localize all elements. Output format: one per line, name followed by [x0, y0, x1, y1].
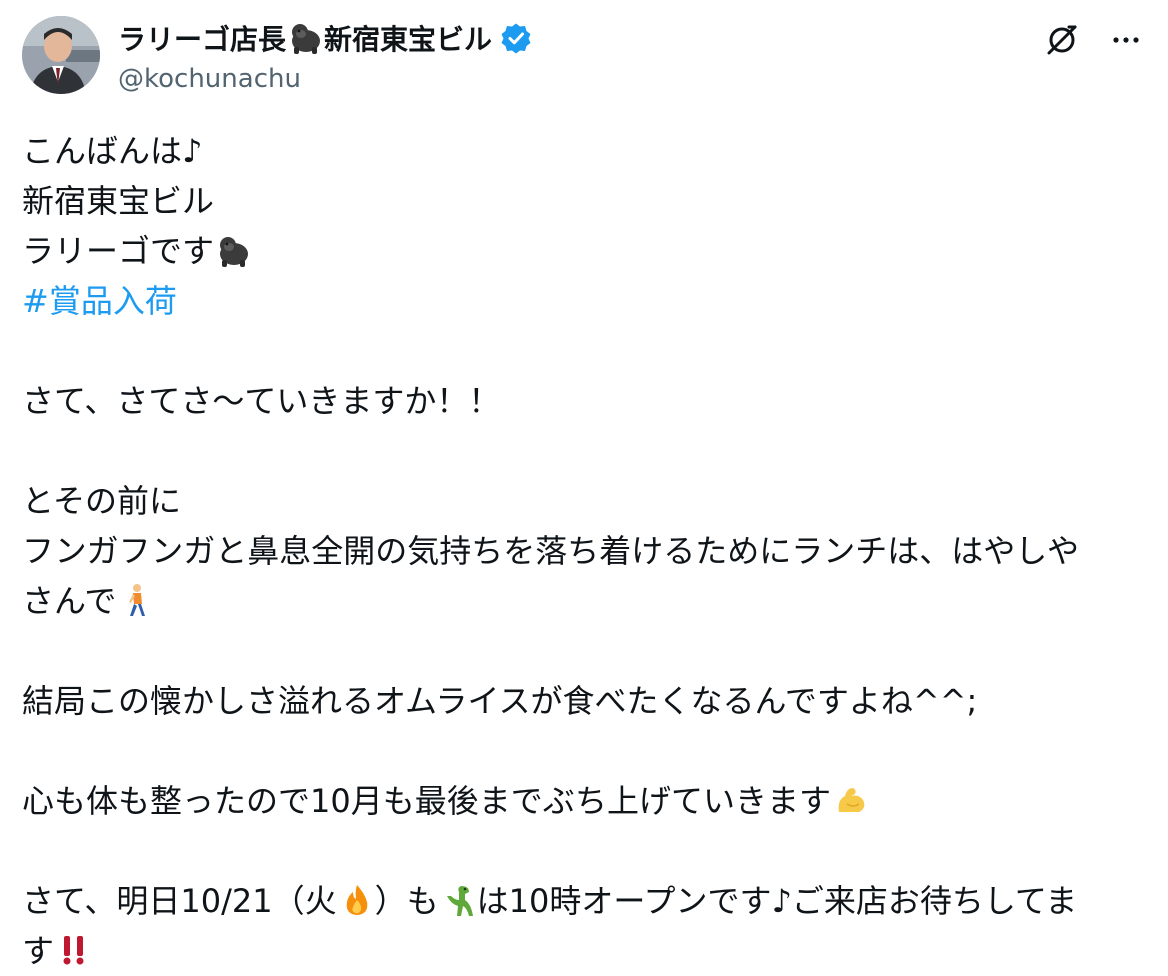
display-name[interactable]: ラリーゴ店長 新宿東宝ビル [118, 18, 492, 58]
flexed-biceps-emoji-icon [838, 788, 865, 812]
post-card: ラリーゴ店長 新宿東宝ビル @kochunachu こんばんは♪ 新宿東宝ビル … [0, 0, 1168, 972]
post-line: とその前に [22, 482, 182, 520]
post-line: さて、さてさ〜ていきますか！！ [22, 382, 501, 420]
post-line: 心も体も整ったので10月も最後までぶち上げていきます [22, 776, 1152, 826]
post-line: さて、明日10/21（火 ）も は10時オープンです♪ご来店お待ちしてま [22, 882, 1078, 920]
post-line: 結局この懐かしさ溢れるオムライスが食べたくなるんですよね^^; [22, 682, 978, 720]
gorilla-emoji-icon [220, 237, 249, 267]
double-exclamation-emoji-icon [63, 936, 84, 965]
avatar[interactable] [22, 16, 100, 94]
post-line: さんで [22, 576, 1152, 626]
hashtag-link[interactable]: #賞品入荷 [22, 282, 177, 320]
gorilla-emoji-icon [292, 24, 321, 54]
post-line: ラリーゴです [22, 226, 1152, 276]
t-rex-emoji-icon [446, 886, 473, 916]
verified-badge-icon [500, 22, 532, 54]
grok-icon[interactable] [1042, 20, 1082, 60]
post-header: ラリーゴ店長 新宿東宝ビル @kochunachu [22, 16, 1146, 98]
fire-emoji-icon [346, 885, 367, 915]
post-line: 新宿東宝ビル [22, 182, 215, 220]
author-handle[interactable]: @kochunachu [118, 64, 532, 94]
post-line: こんばんは♪ [22, 132, 203, 170]
post-line: #賞品入荷 [22, 276, 1152, 326]
post-text: こんばんは♪ 新宿東宝ビル ラリーゴです #賞品入荷 さて、さてさ〜ていきますか… [22, 126, 1152, 976]
walking-person-emoji-icon [129, 584, 146, 616]
display-name-row[interactable]: ラリーゴ店長 新宿東宝ビル [118, 18, 532, 58]
post-line: す [22, 926, 1152, 976]
header-actions [1042, 20, 1146, 60]
post-line: フンガフンガと鼻息全開の気持ちを落ち着けるためにランチは、はやしや [22, 532, 1079, 570]
more-horizontal-icon[interactable] [1106, 20, 1146, 60]
author-names: ラリーゴ店長 新宿東宝ビル @kochunachu [118, 18, 532, 94]
